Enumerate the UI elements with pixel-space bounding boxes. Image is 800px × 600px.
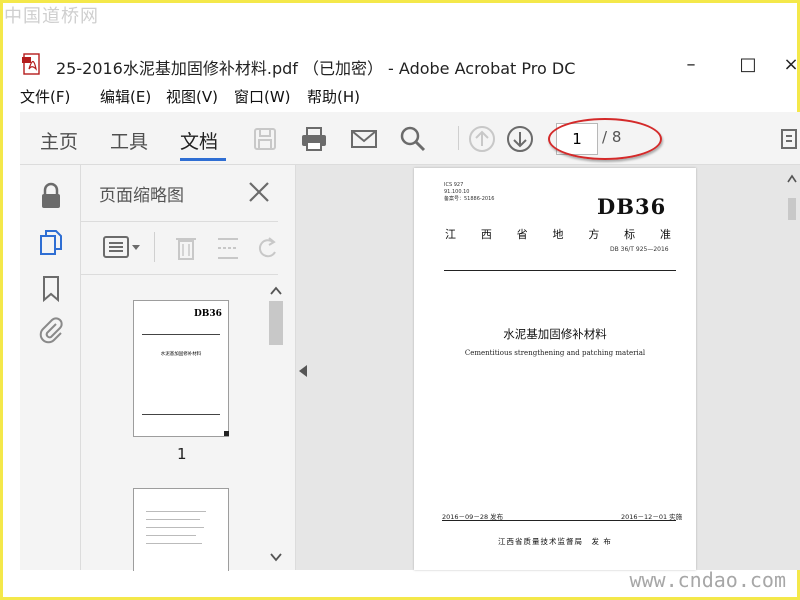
thumb-rule — [142, 334, 220, 335]
document-view[interactable]: ICS 927 91.100.10 备案号：51886-2016 DB36 江 … — [296, 165, 800, 570]
standard-mark: DB36 — [597, 194, 667, 219]
document-title-en: Cementitious strengthening and patching … — [464, 349, 646, 357]
minimize-button[interactable]: – — [678, 52, 704, 78]
publisher: 江西省质量技术监督局 发 布 — [498, 537, 612, 546]
title-bar: 25-2016水泥基加固修补材料.pdf （已加密） - Adobe Acrob… — [0, 50, 800, 82]
tab-tools[interactable]: 工具 — [110, 127, 148, 154]
thumbnail-page-2[interactable] — [133, 488, 229, 571]
thumb-corner-mark — [224, 431, 229, 436]
standard-code: DB 36/T 925—2016 — [610, 246, 669, 253]
main-toolbar: 主页 工具 文档 1 / 8 — [20, 112, 800, 165]
thumb-db-mark: DB36 — [194, 309, 222, 319]
footer-rule — [442, 520, 676, 521]
page-thumbnails-icon[interactable] — [36, 227, 66, 257]
acrobat-pdf-icon — [22, 53, 40, 75]
menu-file[interactable]: 文件(F) — [20, 86, 70, 107]
thumbnails-scrollbar[interactable] — [267, 283, 285, 570]
window-title: 25-2016水泥基加固修补材料.pdf （已加密） - Adobe Acrob… — [56, 59, 576, 78]
next-page-icon[interactable] — [505, 124, 535, 154]
province-standard-title: 江 西 省 地 方 标 准 — [445, 228, 671, 241]
save-icon[interactable] — [250, 124, 280, 154]
menu-view[interactable]: 视图(V) — [166, 86, 218, 107]
lock-icon[interactable] — [36, 181, 66, 211]
menu-help[interactable]: 帮助(H) — [307, 86, 360, 107]
menu-window[interactable]: 窗口(W) — [234, 86, 291, 107]
thumb-title: 水泥基加固修补材料 — [160, 352, 202, 357]
active-tab-indicator — [180, 158, 226, 161]
email-icon[interactable] — [349, 124, 379, 154]
thumbnail-page-1[interactable]: DB36 水泥基加固修补材料 — [133, 300, 229, 437]
document-scrollbar[interactable] — [786, 170, 798, 570]
delete-icon[interactable] — [173, 234, 199, 262]
watermark-bottom: www.cndao.com — [629, 568, 786, 592]
navigation-rail — [20, 165, 81, 570]
toolbar-divider — [458, 126, 459, 150]
menu-edit[interactable]: 编辑(E) — [100, 86, 151, 107]
extract-pages-icon[interactable] — [215, 234, 241, 262]
thumbnail-page-1-label: 1 — [177, 445, 187, 463]
page-thumbnails-panel: 页面缩略图 DB36 水泥基加固修补材料 1 — [81, 165, 296, 571]
tab-document[interactable]: 文档 — [180, 127, 218, 154]
close-icon[interactable] — [245, 178, 273, 206]
header-rule — [444, 270, 676, 271]
attachment-icon[interactable] — [36, 315, 66, 345]
thumbnail-tools — [81, 221, 278, 275]
panel-title: 页面缩略图 — [99, 186, 184, 206]
document-title-cn: 水泥基加固修补材料 — [503, 327, 607, 341]
document-page-1: ICS 927 91.100.10 备案号：51886-2016 DB36 江 … — [414, 168, 696, 570]
watermark-top: 中国道桥网 — [4, 6, 99, 27]
print-icon[interactable] — [299, 124, 329, 154]
ics-metadata: ICS 927 91.100.10 备案号：51886-2016 — [444, 182, 495, 202]
previous-page-icon[interactable] — [467, 124, 497, 154]
tools-divider — [154, 232, 155, 262]
red-annotation-ellipse — [548, 118, 662, 160]
options-menu-icon[interactable] — [103, 234, 143, 260]
maximize-button[interactable]: □ — [735, 52, 761, 78]
close-window-button[interactable]: × — [778, 52, 800, 78]
tab-home[interactable]: 主页 — [40, 127, 78, 154]
thumb-rule-bottom — [142, 414, 220, 415]
more-tools-icon[interactable] — [778, 124, 800, 154]
collapse-panel-arrow-icon[interactable] — [299, 365, 307, 377]
bookmark-icon[interactable] — [36, 273, 66, 303]
search-icon[interactable] — [398, 124, 428, 154]
rotate-icon[interactable] — [255, 234, 281, 262]
